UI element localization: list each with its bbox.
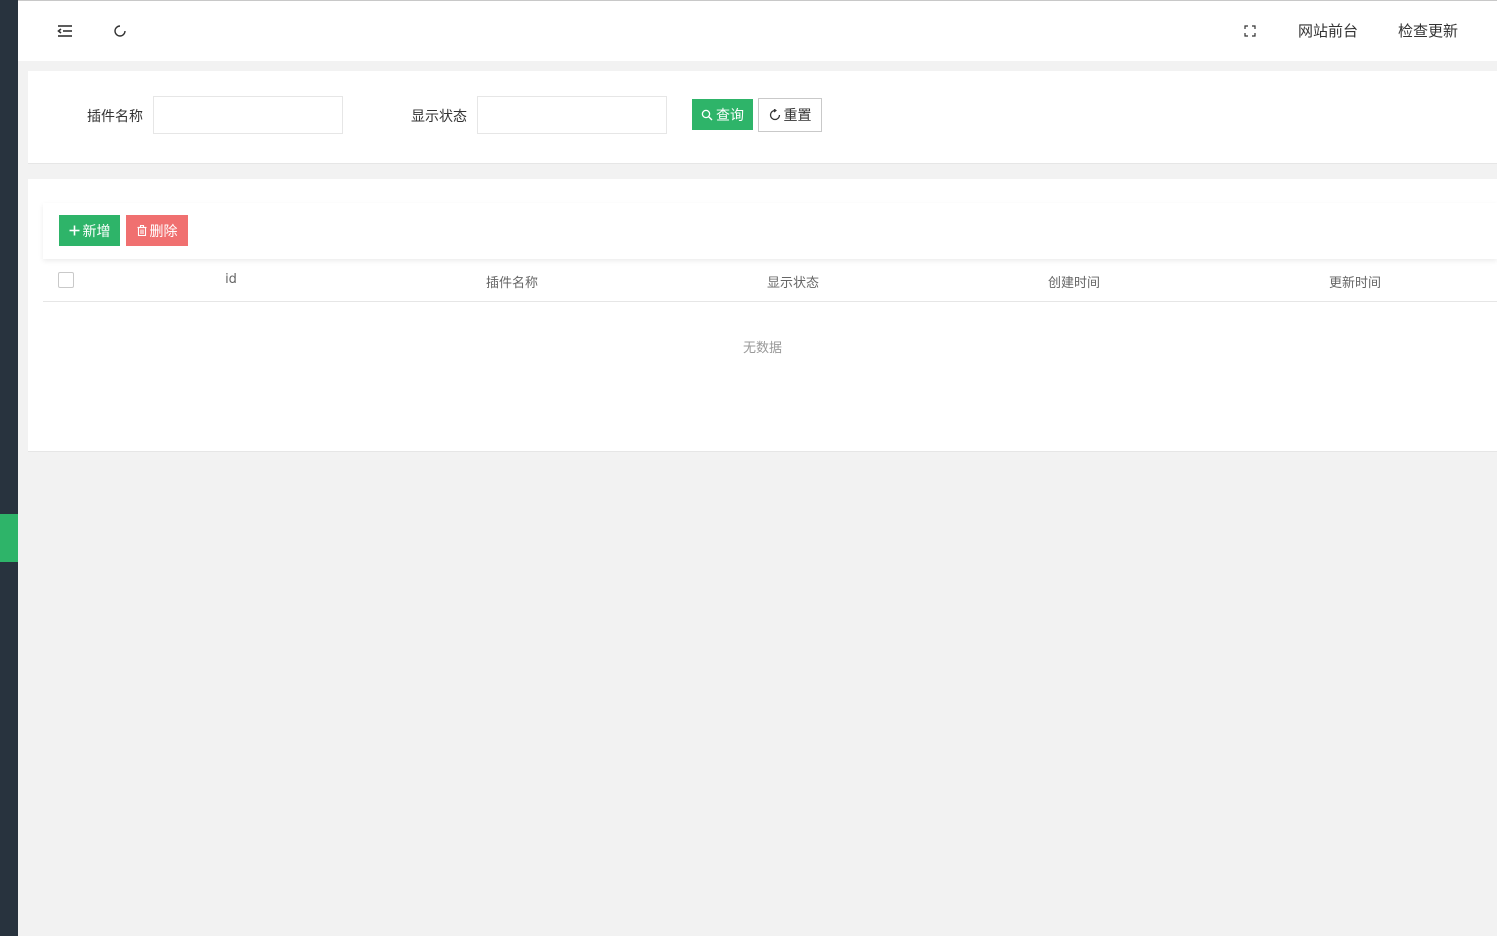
add-button-label: 新增 <box>82 223 111 240</box>
frontend-link[interactable]: 网站前台 <box>1298 20 1358 41</box>
query-button-label: 查询 <box>716 107 744 124</box>
refresh-icon <box>769 109 780 121</box>
plus-icon <box>69 225 79 236</box>
refresh-icon[interactable] <box>107 18 133 44</box>
query-button[interactable]: 查询 <box>692 99 753 130</box>
fullscreen-icon[interactable] <box>1237 18 1263 44</box>
select-all-checkbox[interactable] <box>58 272 74 288</box>
top-header: 网站前台 检查更新 <box>18 0 1497 61</box>
display-status-input[interactable] <box>477 96 667 134</box>
table-toolbar: 新增 删除 <box>43 203 1497 259</box>
reset-button-label: 重置 <box>783 108 812 124</box>
column-header-display-status[interactable]: 显示状态 <box>767 272 819 291</box>
menu-fold-icon[interactable] <box>52 18 78 44</box>
search-icon <box>701 109 713 120</box>
table-panel: 新增 删除 id 插件名称 显示状态 创建时间 更新时间 无数据 <box>28 179 1497 452</box>
delete-button-label: 删除 <box>149 223 178 240</box>
reset-button[interactable]: 重置 <box>758 98 822 132</box>
column-header-updated-time[interactable]: 更新时间 <box>1329 272 1381 291</box>
trash-icon <box>137 225 146 236</box>
check-update-link[interactable]: 检查更新 <box>1398 20 1458 41</box>
column-header-id[interactable]: id <box>225 272 237 287</box>
plugin-name-input[interactable] <box>153 96 343 134</box>
sidebar-active-item[interactable] <box>0 514 18 562</box>
delete-button[interactable]: 删除 <box>126 215 188 246</box>
display-status-label: 显示状态 <box>411 109 467 125</box>
empty-state-text: 无数据 <box>742 341 782 356</box>
add-button[interactable]: 新增 <box>59 215 120 246</box>
column-header-created-time[interactable]: 创建时间 <box>1048 272 1100 291</box>
sidebar <box>0 0 18 936</box>
search-form: 插件名称 显示状态 查询 重置 <box>28 71 1497 164</box>
column-header-plugin-name[interactable]: 插件名称 <box>486 272 538 291</box>
plugin-name-label: 插件名称 <box>87 109 143 125</box>
table-header: id 插件名称 显示状态 创建时间 更新时间 <box>43 259 1497 302</box>
